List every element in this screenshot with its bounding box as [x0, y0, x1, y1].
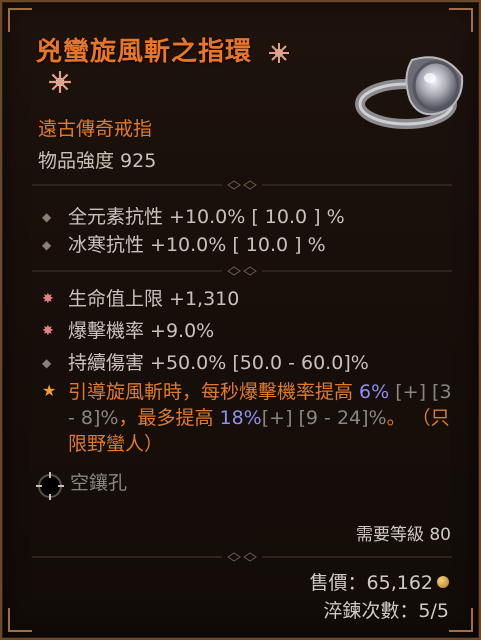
aspect-value: 18% — [219, 407, 262, 429]
legendary-aspect-text: 引導旋風斬時，每秒爆擊機率提高 6% [+] [3 - 8]%，最多提高 18%… — [68, 379, 458, 457]
section-divider — [32, 180, 452, 190]
affix-text: 生命值上限 +1,310 — [68, 288, 240, 310]
greater-affix-star-icon: ✸ — [42, 323, 54, 339]
item-power: 物品強度 925 — [38, 150, 157, 172]
implicit-stat-row: ◆ 全元素抗性 +10.0% [ 10.0 ] % — [42, 202, 345, 229]
socket-label: 空鑲孔 — [70, 472, 128, 494]
temper-count: 淬鍊次數：5/5 — [323, 600, 449, 622]
frame-corner-bottom-right — [449, 608, 473, 632]
empty-socket-icon — [36, 472, 64, 500]
greater-affix-star-icon: ✸ — [42, 291, 54, 307]
frame-corner-top-right — [449, 8, 473, 32]
level-requirement: 需要等級 80 — [355, 525, 451, 545]
frame-corner-top-left — [8, 8, 32, 32]
frame-corner-bottom-left — [8, 608, 32, 632]
sell-price: 售價：65,162 — [310, 568, 449, 595]
greater-affix-star-icon — [49, 71, 71, 93]
implicit-stat-text: 全元素抗性 +10.0% [ 10.0 ] % — [68, 206, 345, 228]
item-name: 兇蠻旋風斬之指環 — [36, 36, 326, 68]
section-divider — [32, 552, 452, 562]
affix-row: ◆ 持續傷害 +50.0% [50.0 - 60.0]% — [42, 348, 369, 375]
item-tooltip: 兇蠻旋風斬之指環 遠古傳奇戒指 物品強度 925 ◆ 全元素抗性 +10.0% … — [0, 0, 481, 640]
sell-price-text: 售價：65,162 — [309, 572, 433, 594]
aspect-value: 6% — [359, 381, 390, 403]
diamond-bullet-icon: ◆ — [42, 210, 52, 224]
affix-text: 爆擊機率 +9.0% — [68, 320, 215, 342]
item-type: 遠古傳奇戒指 — [38, 118, 153, 140]
affix-row: ✸ 爆擊機率 +9.0% — [42, 316, 214, 343]
aspect-text-part: 引導旋風斬時，每秒爆擊機率提高 — [68, 381, 360, 403]
affix-row: ✸ 生命值上限 +1,310 — [42, 284, 239, 311]
gold-coin-icon — [437, 576, 449, 588]
affix-text: 持續傷害 +50.0% [50.0 - 60.0]% — [68, 352, 369, 374]
implicit-stat-text: 冰寒抗性 +10.0% [ 10.0 ] % — [68, 234, 326, 256]
legendary-aspect-star-icon: ★ — [42, 381, 57, 400]
aspect-text-part: ，最多提高 — [118, 407, 220, 429]
greater-affix-star-icon — [269, 43, 290, 63]
ring-item-icon — [355, 56, 464, 129]
aspect-row: ★ — [42, 380, 68, 402]
item-name-text: 兇蠻旋風斬之指環 — [36, 37, 253, 67]
diamond-bullet-icon: ◆ — [42, 356, 52, 370]
implicit-stat-row: ◆ 冰寒抗性 +10.0% [ 10.0 ] % — [42, 230, 326, 257]
aspect-range: [+] [9 - 24]% — [261, 407, 387, 429]
section-divider — [32, 266, 452, 276]
diamond-bullet-icon: ◆ — [42, 238, 52, 252]
